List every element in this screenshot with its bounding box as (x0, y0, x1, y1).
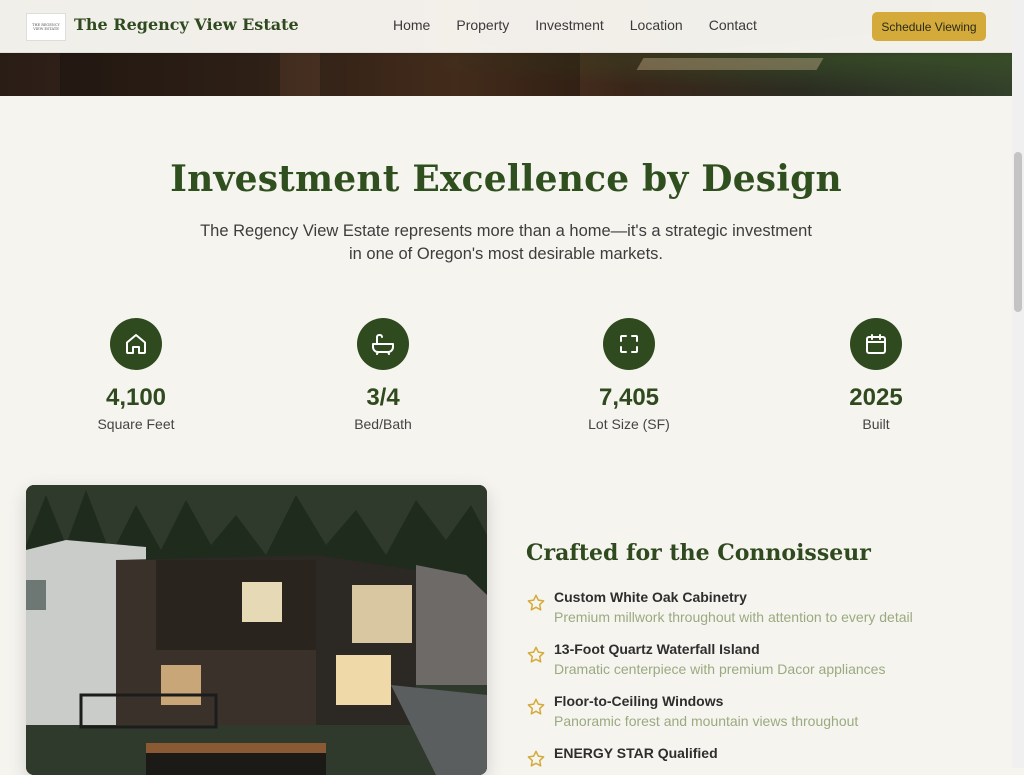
feature-description: Premium millwork throughout with attenti… (554, 609, 913, 625)
section-lead: The Regency View Estate represents more … (200, 222, 812, 263)
stat-bed-bath: 3/4 Bed/Bath (303, 318, 463, 432)
feature-title: ENERGY STAR Qualified (554, 745, 718, 761)
star-icon (527, 698, 545, 715)
star-icon (527, 594, 545, 611)
nav-investment[interactable]: Investment (535, 17, 603, 33)
feature-title: Custom White Oak Cabinetry (554, 589, 747, 605)
feature-title: 13-Foot Quartz Waterfall Island (554, 641, 760, 657)
bathtub-icon (357, 318, 409, 370)
stat-label: Bed/Bath (354, 416, 412, 432)
star-icon (527, 646, 545, 663)
stat-label: Lot Size (SF) (588, 416, 670, 432)
scrollbar-thumb[interactable] (1014, 152, 1022, 312)
house-illustration (26, 485, 487, 775)
stat-value: 7,405 (598, 384, 660, 411)
stat-value: 3/4 (366, 384, 400, 411)
feature-description: Panoramic forest and mountain views thro… (554, 713, 859, 729)
main-nav: Home Property Investment Location Contac… (393, 17, 783, 33)
calendar-icon (850, 318, 902, 370)
nav-property[interactable]: Property (456, 17, 509, 33)
nav-contact[interactable]: Contact (709, 17, 757, 33)
expand-icon (603, 318, 655, 370)
logo-text: THE REGENCY VIEW ESTATE (32, 23, 60, 31)
nav-location[interactable]: Location (630, 17, 683, 33)
stat-lot-size: 7,405 Lot Size (SF) (549, 318, 709, 432)
stat-value: 4,100 (105, 384, 167, 411)
schedule-viewing-button[interactable]: Schedule Viewing (872, 12, 986, 41)
stat-square-feet: 4,100 Square Feet (56, 318, 216, 432)
stat-label: Built (862, 416, 890, 432)
section-title: Investment Excellence by Design (170, 158, 842, 200)
property-photo (26, 485, 487, 775)
feature-title: Floor-to-Ceiling Windows (554, 693, 724, 709)
site-header: THE REGENCY VIEW ESTATE The Regency View… (0, 0, 1012, 53)
brand-name[interactable]: The Regency View Estate (74, 15, 299, 34)
house-icon (110, 318, 162, 370)
features-title: Crafted for the Connoisseur (526, 540, 871, 566)
nav-home[interactable]: Home (393, 17, 430, 33)
feature-description: Dramatic centerpiece with premium Dacor … (554, 661, 886, 677)
stat-built: 2025 Built (796, 318, 956, 432)
logo[interactable]: THE REGENCY VIEW ESTATE (26, 13, 66, 41)
stat-label: Square Feet (97, 416, 175, 432)
scrollbar[interactable] (1012, 0, 1024, 768)
star-icon (527, 750, 545, 767)
stat-value: 2025 (849, 384, 903, 411)
